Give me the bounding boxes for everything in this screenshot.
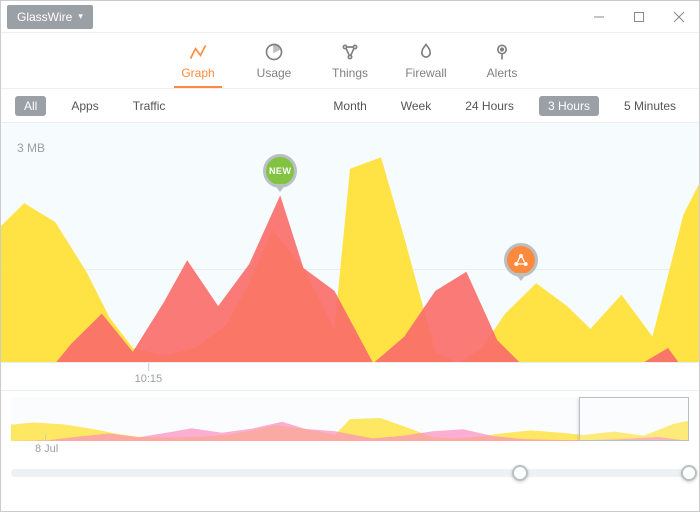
- usage-icon: [264, 42, 284, 62]
- overview-chart[interactable]: [11, 397, 689, 441]
- close-button[interactable]: [659, 1, 699, 33]
- tab-alerts[interactable]: Alerts: [478, 42, 526, 88]
- chart-marker-alert[interactable]: [504, 243, 538, 277]
- tab-things[interactable]: Things: [326, 42, 374, 88]
- overview-strip: 8 Jul: [1, 391, 699, 487]
- things-icon: [340, 42, 360, 62]
- overview-scrollbar[interactable]: [11, 469, 689, 477]
- filter-traffic[interactable]: Traffic: [124, 96, 175, 116]
- tab-firewall[interactable]: Firewall: [402, 42, 450, 88]
- firewall-icon: [416, 42, 436, 62]
- x-axis-tick: 10:15: [135, 363, 163, 385]
- range-3h[interactable]: 3 Hours: [539, 96, 599, 116]
- app-title: GlassWire: [17, 10, 72, 24]
- tab-label: Things: [332, 66, 368, 80]
- overview-window[interactable]: [579, 397, 689, 441]
- tab-label: Alerts: [487, 66, 518, 80]
- tab-label: Firewall: [405, 66, 446, 80]
- maximize-button[interactable]: [619, 1, 659, 33]
- filter-group-scope: All Apps Traffic: [15, 96, 174, 116]
- tab-underline: [174, 86, 222, 88]
- filter-bar: All Apps Traffic Month Week 24 Hours 3 Hours 5…: [1, 89, 699, 123]
- range-month[interactable]: Month: [324, 96, 375, 116]
- scroll-handle-left[interactable]: [512, 465, 528, 481]
- filter-apps[interactable]: Apps: [62, 96, 107, 116]
- new-pin-icon: NEW: [263, 154, 297, 188]
- tab-usage[interactable]: Usage: [250, 42, 298, 88]
- window-controls: [579, 1, 699, 33]
- chart-marker-new[interactable]: NEW: [263, 154, 297, 188]
- main-tab-bar: Graph Usage Things Firewall Alerts: [1, 33, 699, 89]
- tab-label: Usage: [257, 66, 292, 80]
- alert-pin-icon: [504, 243, 538, 277]
- x-axis: 10:15: [1, 362, 699, 390]
- alerts-icon: [492, 42, 512, 62]
- chart-canvas: [1, 123, 699, 390]
- graph-icon: [188, 42, 208, 62]
- x-tick-label: 10:15: [135, 373, 163, 385]
- minimize-button[interactable]: [579, 1, 619, 33]
- scroll-handle-right[interactable]: [681, 465, 697, 481]
- app-menu-button[interactable]: GlassWire ▾: [7, 5, 93, 29]
- range-24h[interactable]: 24 Hours: [456, 96, 523, 116]
- range-week[interactable]: Week: [392, 96, 440, 116]
- range-5m[interactable]: 5 Minutes: [615, 96, 685, 116]
- traffic-chart[interactable]: 3 MB NEW 10:15: [1, 123, 699, 391]
- overview-date-label: 8 Jul: [35, 443, 58, 455]
- chevron-down-icon: ▾: [78, 11, 83, 22]
- filter-group-range: Month Week 24 Hours 3 Hours 5 Minutes: [324, 96, 685, 116]
- overview-date-tick: 8 Jul: [35, 435, 58, 455]
- filter-all[interactable]: All: [15, 96, 46, 116]
- tab-graph[interactable]: Graph: [174, 42, 222, 88]
- tab-label: Graph: [181, 66, 214, 80]
- title-bar: GlassWire ▾: [1, 1, 699, 33]
